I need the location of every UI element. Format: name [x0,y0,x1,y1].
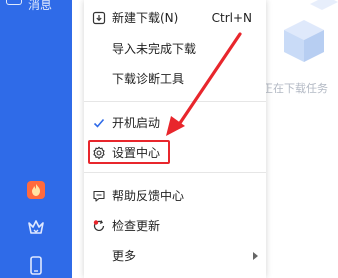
menu-item-help-feedback[interactable]: 帮助反馈中心 [84,184,266,208]
menu-item-label: 更多 [112,249,137,263]
menu-item-label: 检查更新 [112,219,161,233]
menu-item-new-download[interactable]: 新建下载(N) Ctrl+N [84,6,266,30]
checkmark-icon [93,118,105,128]
submenu-arrow-icon [253,252,258,260]
menu-item-check-update[interactable]: 检查更新 [84,214,266,238]
crown-icon[interactable] [26,217,46,237]
new-download-icon [92,11,106,25]
fire-badge-icon[interactable] [26,180,46,200]
help-feedback-icon [93,190,105,202]
menu-item-label: 新建下载(N) [112,11,179,25]
menu-item-label: 下载诊断工具 [112,72,185,86]
empty-state-text: 正在下载任务 [262,82,328,95]
main-menu: 新建下载(N) Ctrl+N 导入未完成下载 下载诊断工具 开机启动 设置中心 … [84,0,266,278]
update-icon [93,220,105,232]
sidebar-top-label[interactable]: 消息 [28,0,52,13]
phone-icon[interactable] [26,255,46,275]
empty-state-illustration [284,0,338,62]
menu-item-import-unfinished[interactable]: 导入未完成下载 [84,37,266,61]
annotation-highlight-box [88,140,170,164]
menu-item-label: 导入未完成下载 [112,42,197,56]
menu-item-shortcut: Ctrl+N [211,11,252,25]
menu-separator [84,101,266,102]
menu-item-label: 开机启动 [112,116,161,130]
menu-item-label: 帮助反馈中心 [112,189,185,203]
menu-item-more[interactable]: 更多 [84,244,266,268]
menu-item-auto-start[interactable]: 开机启动 [84,111,266,135]
menu-item-diagnostic-tool[interactable]: 下载诊断工具 [84,67,266,91]
message-icon[interactable] [6,0,22,5]
menu-separator [84,172,266,173]
sidebar: 消息 [0,0,72,278]
